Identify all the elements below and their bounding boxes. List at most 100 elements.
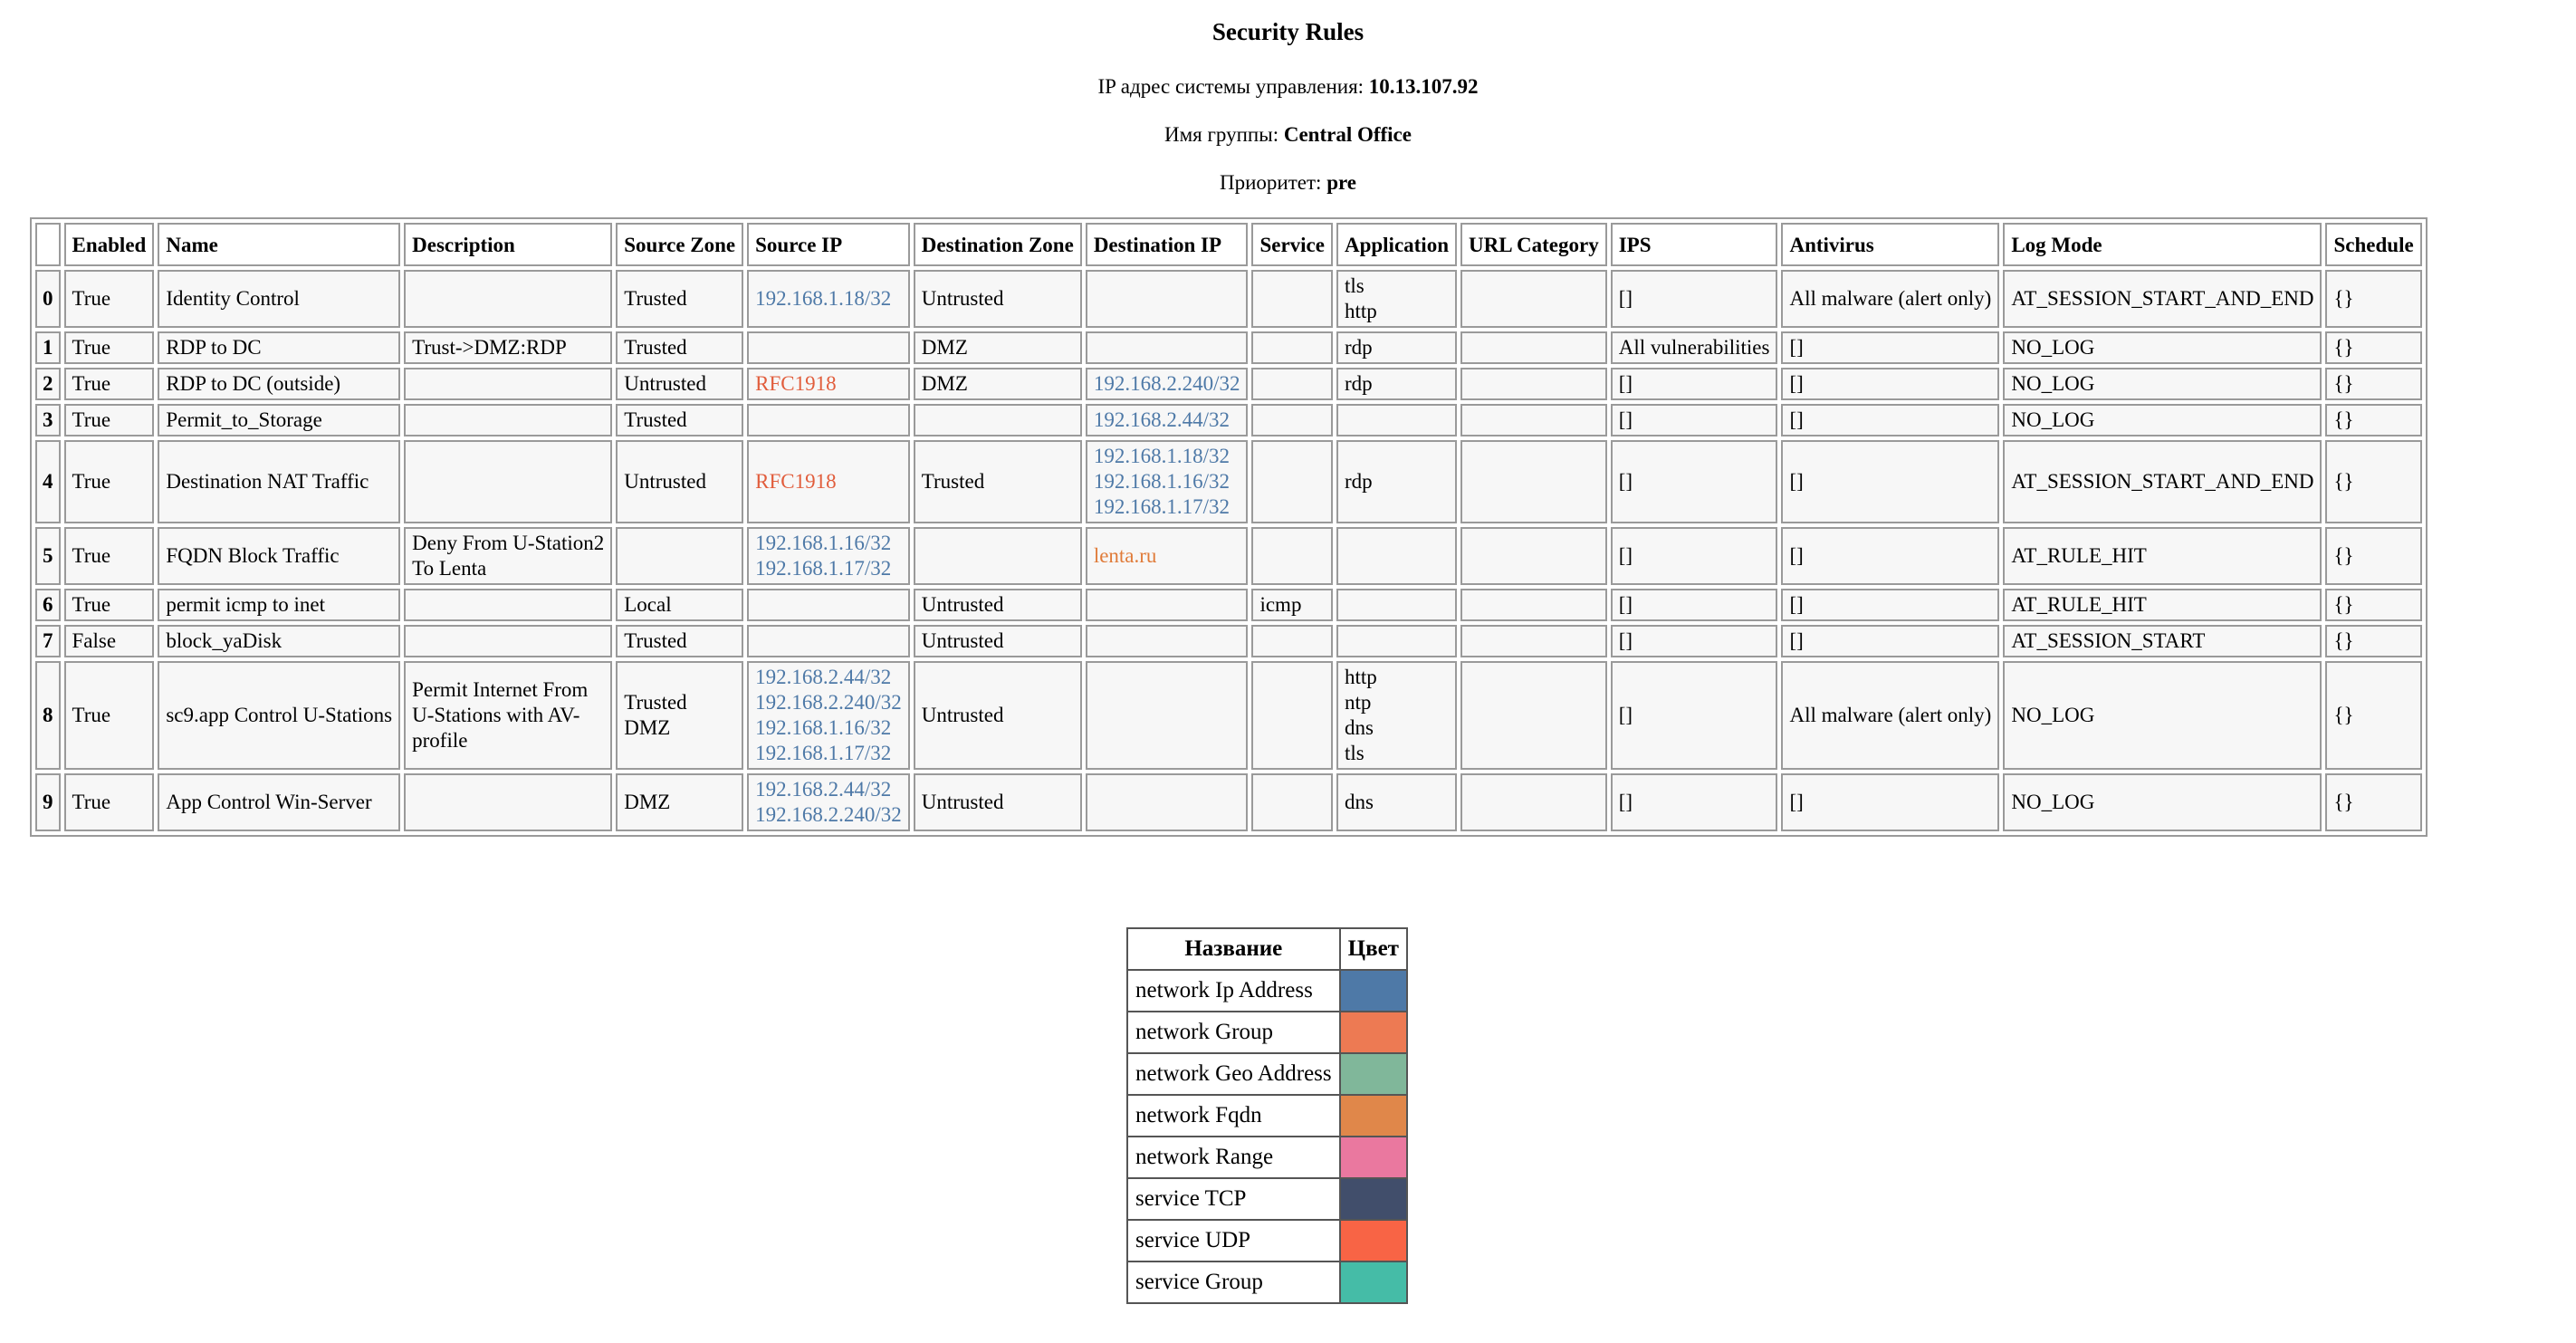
rule-schedule-cell: {} (2325, 773, 2422, 831)
rule-description-cell (404, 404, 613, 436)
rule-description-cell: Trust->DMZ:RDP (404, 331, 613, 364)
column-header: Service (1251, 223, 1333, 266)
rule-name-cell: App Control Win-Server (158, 773, 401, 831)
rule-service-cell (1251, 404, 1333, 436)
column-header: Source IP (747, 223, 910, 266)
column-header: Application (1336, 223, 1457, 266)
rule-destination-ip-cell (1085, 331, 1249, 364)
rule-description-line: profile (412, 729, 468, 752)
rule-destination-zone-cell (913, 404, 1082, 436)
rule-destination-ip-entry: 192.168.1.17/32 (1093, 495, 1230, 518)
legend-row: service Group (1126, 1261, 1408, 1304)
column-header: Enabled (63, 223, 155, 266)
table-row: 0 True Identity Control Trusted 192.168.1.18… (35, 270, 2422, 328)
table-row: 5 True FQDN Block Traffic Deny From U-Stati… (35, 527, 2422, 585)
rule-destination-zone-line: DMZ (921, 336, 968, 359)
security-rules-table-wrap: Enabled Name Description Source Zone Source … (30, 217, 2428, 837)
rule-source-zone-cell: Trusted (616, 625, 744, 657)
column-header: Destination IP (1085, 223, 1249, 266)
rule-url-category-cell (1460, 773, 1607, 831)
color-legend-table: Название Цвет network Ip Address network … (1126, 927, 1408, 1304)
group-name-value: Central Office (1283, 123, 1412, 146)
rule-destination-zone-line: DMZ (921, 372, 968, 395)
rule-application-cell (1336, 589, 1457, 621)
rule-application-cell: dns (1336, 773, 1457, 831)
column-header: Description (404, 223, 613, 266)
rule-destination-ip-entry: 192.168.1.16/32 (1093, 470, 1230, 493)
rule-antivirus-cell: All malware (alert only) (1781, 270, 2000, 328)
rule-source-ip-cell: 192.168.2.44/32 192.168.2.240/32 192.168.1… (747, 661, 910, 770)
rule-source-ip-cell: 192.168.1.16/32 192.168.1.17/32 (747, 527, 910, 585)
rule-enabled-cell: True (63, 368, 155, 400)
rule-destination-ip-cell: 192.168.2.44/32 (1085, 404, 1249, 436)
rule-application-cell (1336, 527, 1457, 585)
rule-index-cell: 8 (35, 661, 61, 770)
rule-enabled-cell: True (63, 440, 155, 523)
rule-description-cell: Deny From U-Station2 To Lenta (404, 527, 613, 585)
rule-source-ip-entry: 192.168.1.16/32 (755, 532, 892, 554)
rule-destination-ip-entry: 192.168.2.240/32 (1093, 372, 1240, 395)
rule-antivirus-cell: [] (1781, 368, 2000, 400)
rule-application-line: http (1344, 300, 1377, 322)
security-rules-table: Enabled Name Description Source Zone Source … (30, 217, 2428, 837)
page-title: Security Rules (1211, 18, 1365, 45)
table-row: 2 True RDP to DC (outside) Untrusted RFC1918… (35, 368, 2422, 400)
rule-schedule-cell: {} (2325, 404, 2422, 436)
legend-item-name: network Geo Address (1126, 1052, 1341, 1096)
rule-application-cell: rdp (1336, 331, 1457, 364)
management-ip-line: IP адрес системы управления: 10.13.107.9… (0, 75, 2576, 99)
rule-source-zone-line: Trusted (624, 336, 687, 359)
legend-body: network Ip Address network Group network G… (1126, 969, 1408, 1304)
rule-source-ip-cell (747, 589, 910, 621)
rule-service-cell (1251, 625, 1333, 657)
rule-enabled-cell: False (63, 625, 155, 657)
rule-source-ip-entry: 192.168.1.16/32 (755, 716, 892, 739)
rule-source-ip-cell: RFC1918 (747, 368, 910, 400)
rule-ips-cell: [] (1610, 368, 1778, 400)
rule-ips-cell: [] (1610, 625, 1778, 657)
rule-ips-cell: [] (1610, 773, 1778, 831)
rule-source-ip-entry: 192.168.1.17/32 (755, 742, 892, 764)
priority-value: pre (1326, 171, 1356, 194)
rule-destination-ip-cell (1085, 773, 1249, 831)
table-row: 1 True RDP to DC Trust->DMZ:RDP Trusted DMZ rd… (35, 331, 2422, 364)
rule-enabled-cell: True (63, 404, 155, 436)
rule-schedule-cell: {} (2325, 440, 2422, 523)
legend-color-swatch (1338, 1177, 1408, 1221)
rule-description-line: Deny From U-Station2 (412, 532, 605, 554)
rule-name-cell: Permit_to_Storage (158, 404, 401, 436)
rule-url-category-cell (1460, 625, 1607, 657)
rule-antivirus-cell: [] (1781, 331, 2000, 364)
column-header: Destination Zone (913, 223, 1082, 266)
legend-color-swatch (1338, 969, 1408, 1012)
rule-description-line: To Lenta (412, 557, 487, 580)
rule-source-ip-entry: 192.168.1.18/32 (755, 287, 892, 310)
rule-url-category-cell (1460, 589, 1607, 621)
rule-destination-zone-cell: DMZ (913, 331, 1082, 364)
rule-antivirus-cell: [] (1781, 625, 2000, 657)
rule-source-zone-line: DMZ (624, 791, 671, 813)
rule-source-ip-cell: 192.168.2.44/32 192.168.2.240/32 (747, 773, 910, 831)
rule-destination-zone-line: Untrusted (921, 791, 1004, 813)
rule-index-cell: 1 (35, 331, 61, 364)
rule-service-cell (1251, 440, 1333, 523)
legend-row: network Geo Address (1126, 1052, 1408, 1096)
rule-index-cell: 5 (35, 527, 61, 585)
rule-application-cell (1336, 404, 1457, 436)
table-header-row: Enabled Name Description Source Zone Source … (35, 223, 2422, 266)
rule-source-zone-line: DMZ (624, 716, 671, 739)
rule-schedule-cell: {} (2325, 625, 2422, 657)
rule-ips-cell: [] (1610, 527, 1778, 585)
rule-service-cell (1251, 661, 1333, 770)
column-header: Schedule (2325, 223, 2422, 266)
rule-enabled-cell: True (63, 661, 155, 770)
rule-description-line: Trust->DMZ:RDP (412, 336, 567, 359)
legend-item-name: network Fqdn (1126, 1094, 1341, 1137)
column-header: Name (158, 223, 401, 266)
rule-destination-zone-cell: Untrusted (913, 625, 1082, 657)
rule-antivirus-cell: [] (1781, 773, 2000, 831)
rule-description-cell: Permit Internet From U-Stations with AV-p… (404, 661, 613, 770)
rule-source-zone-cell: Untrusted (616, 440, 744, 523)
rule-service-cell (1251, 270, 1333, 328)
rule-antivirus-cell: [] (1781, 440, 2000, 523)
